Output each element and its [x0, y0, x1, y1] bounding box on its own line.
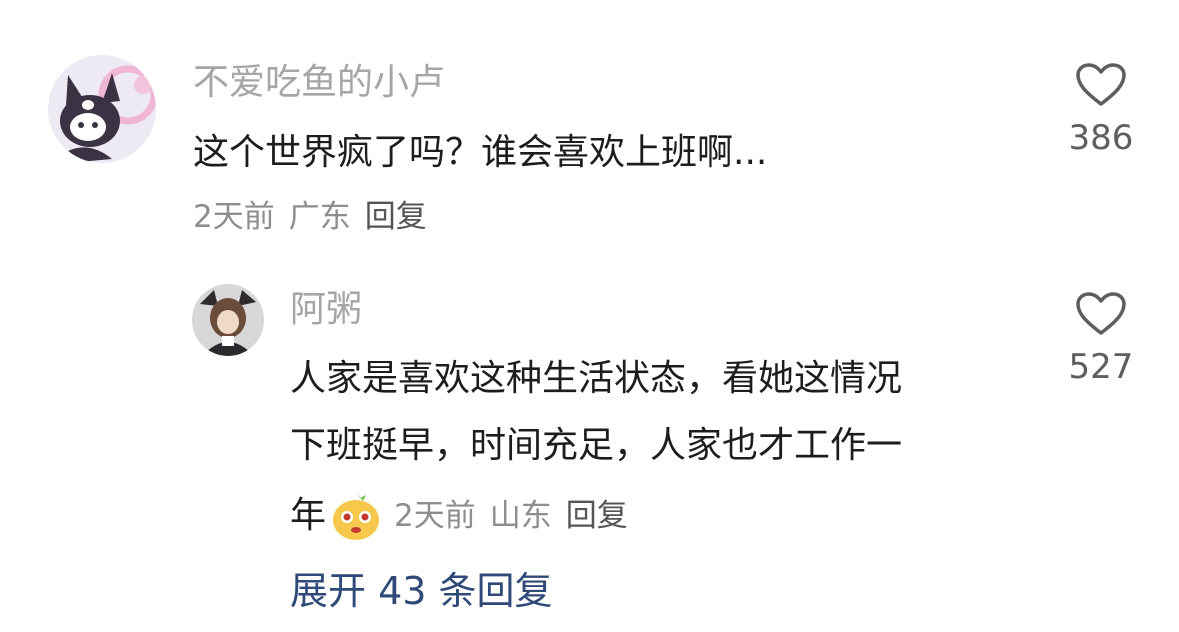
username[interactable]: 不爱吃鱼的小卢 — [193, 61, 445, 105]
reply-time: 2天前 — [394, 498, 476, 534]
like-count: 527 — [1068, 347, 1134, 387]
heart-outline-icon — [1076, 292, 1126, 335]
smiling-emoji-icon — [330, 490, 382, 542]
anime-character-avatar-icon — [192, 284, 264, 356]
avatar[interactable] — [48, 55, 156, 163]
like-count: 386 — [1068, 118, 1134, 158]
reply-button[interactable]: 回复 — [365, 199, 427, 235]
comment-time: 2天前 — [193, 199, 275, 235]
like-button[interactable]: 527 — [1056, 291, 1146, 387]
reply-text-line: 年 — [290, 495, 327, 536]
comment-text: 这个世界疯了吗？谁会喜欢上班啊... — [193, 132, 768, 173]
reply-text-line: 下班挺早，时间充足，人家也才工作一 — [290, 425, 903, 466]
comment-location: 广东 — [288, 199, 351, 235]
heart-outline-icon — [1076, 63, 1126, 106]
kuromi-avatar-icon — [48, 55, 156, 163]
reply-text-line: 人家是喜欢这种生活状态，看她这情况 — [290, 358, 903, 399]
avatar[interactable] — [192, 284, 264, 356]
like-button[interactable]: 386 — [1056, 62, 1146, 158]
comment-meta: 2天前 广东 回复 — [193, 197, 441, 237]
reply-text-last-line: 年 2天前 山东 回复 — [290, 490, 642, 542]
reply-meta: 2天前 山东 回复 — [394, 494, 642, 538]
reply-location: 山东 — [489, 498, 552, 534]
expand-replies-link[interactable]: 展开 43 条回复 — [290, 568, 553, 614]
reply-button[interactable]: 回复 — [566, 498, 628, 534]
reply-username[interactable]: 阿粥 — [290, 288, 362, 332]
